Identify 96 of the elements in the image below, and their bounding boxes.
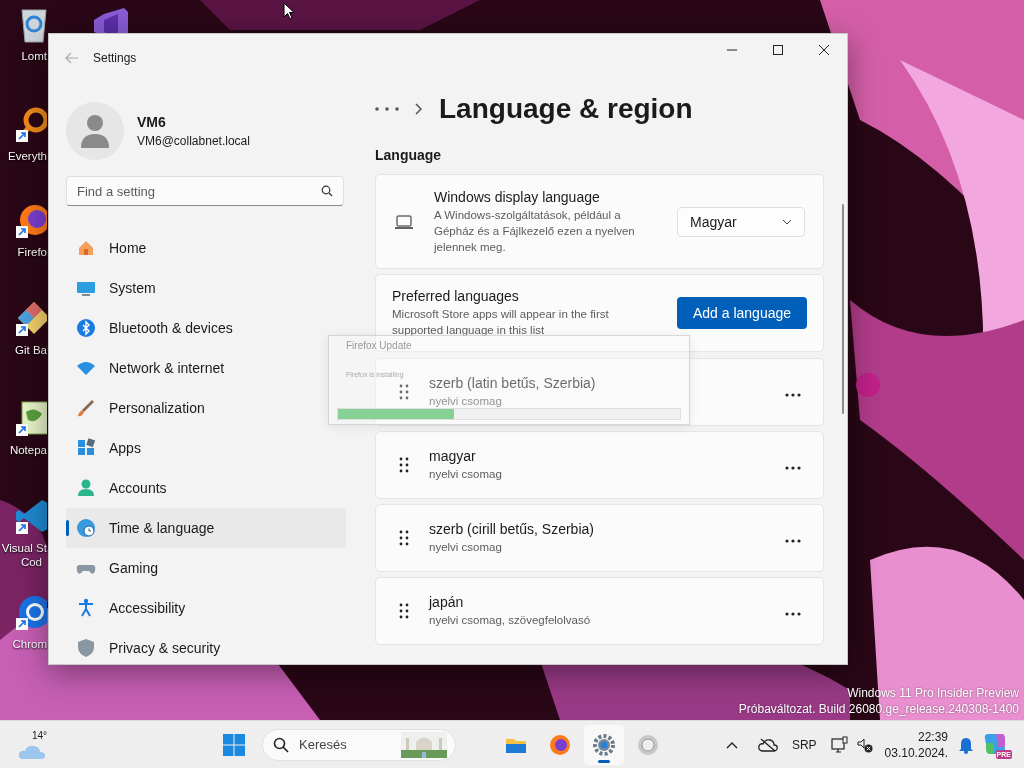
nav-label: Personalization [109, 400, 205, 416]
icon-label: Firefo [17, 245, 47, 259]
search-field[interactable]: Find a setting [66, 176, 344, 206]
nav-label: Bluetooth & devices [109, 320, 233, 336]
language-name: szerb (cirill betűs, Szerbia) [429, 521, 594, 537]
keyboard-language[interactable]: SRP [791, 737, 817, 752]
accessibility-icon [76, 598, 96, 618]
more-options-icon[interactable] [785, 466, 801, 470]
window-title: Settings [93, 51, 137, 65]
user-email: VM6@collabnet.local [137, 134, 250, 148]
nav-item[interactable]: Privacy & security [66, 628, 346, 664]
date: 03.10.2024. [884, 744, 948, 761]
search-icon [273, 736, 289, 753]
nav-item[interactable]: System [66, 268, 346, 308]
language-name: magyar [429, 448, 477, 464]
house-icon [76, 238, 96, 258]
section-heading: Language [375, 146, 443, 164]
cloud-off-icon[interactable] [757, 737, 778, 752]
nav-label: Privacy & security [109, 640, 221, 656]
icon-label: Visual St [1, 541, 47, 555]
firefox-icon [548, 732, 572, 757]
language-dropdown[interactable]: Magyar [677, 206, 805, 237]
language-detail: nyelvi csomag, szövegfelolvasó [429, 613, 591, 628]
search-input[interactable]: Keresés [297, 736, 401, 753]
windows-logo-icon [223, 733, 245, 756]
drag-handle-icon[interactable] [399, 603, 409, 619]
icon-label: Notepa [9, 443, 47, 457]
gear-icon [592, 732, 616, 757]
icon-label: Git Ba [15, 343, 47, 357]
search-icon [321, 185, 333, 197]
nav-item[interactable]: Accounts [66, 468, 346, 508]
nav-label: Accessibility [109, 600, 186, 616]
speaker-muted-icon[interactable] [856, 736, 873, 753]
scrollbar[interactable] [842, 204, 844, 414]
language-detail: nyelvi csomag [429, 467, 502, 482]
clock[interactable]: 22:39 03.10.2024. [884, 728, 948, 761]
drag-handle-icon[interactable] [399, 530, 409, 546]
close-icon [819, 45, 829, 55]
language-detail: nyelvi csomag [429, 394, 503, 409]
icon-label: Lomt [21, 49, 47, 63]
more-options-icon[interactable] [785, 539, 801, 543]
user-name: VM6 [137, 114, 167, 130]
more-options-icon[interactable] [785, 393, 801, 397]
nav-item[interactable]: Home [66, 228, 346, 268]
nav-item[interactable]: Network & internet [66, 348, 346, 388]
icon-label: Chrom [12, 637, 47, 651]
more-options-icon[interactable] [785, 612, 801, 616]
brush-icon [76, 398, 96, 418]
language-name: japán [429, 594, 465, 610]
more-icon[interactable] [375, 107, 399, 111]
nav-item[interactable]: Gaming [66, 548, 346, 588]
time: 22:39 [917, 728, 948, 745]
taskbar-app[interactable] [584, 724, 624, 765]
nav-item[interactable]: Apps [66, 428, 346, 468]
drag-handle-icon[interactable] [399, 384, 409, 400]
add-language-button[interactable]: Add a language [677, 297, 807, 329]
icon-label: Cod [20, 555, 42, 569]
setting-description: Microsoft Store apps will appear in the first supported language in this list [392, 307, 610, 338]
app-icon [636, 732, 660, 757]
page-title: Language & region [439, 93, 693, 125]
person-icon [76, 478, 96, 498]
mouse-pointer-icon [283, 2, 295, 20]
language-name: szerb (latin betűs, Szerbia) [429, 375, 596, 391]
globe-clock-icon [76, 518, 96, 538]
notepad-icon[interactable] [14, 398, 47, 438]
apps-icon [76, 438, 96, 458]
taskbar-search-field[interactable]: Keresés [262, 728, 456, 761]
nav-item[interactable]: Time & language [66, 508, 346, 548]
popup-title: Firefox Update [346, 340, 412, 351]
nav-label: Network & internet [109, 360, 225, 376]
setting-title: Preferred languages [392, 288, 520, 304]
icon-label: Everyth [8, 149, 47, 163]
bell-icon[interactable] [958, 735, 974, 754]
language-detail: nyelvi csomag [429, 540, 503, 555]
setting-description: A Windows-szolgáltatások, például a Gépház és a Fájlkezelő ezen a nyelven jelennek meg. [434, 207, 636, 255]
setting-title: Windows display language [434, 188, 601, 205]
nav-label: Gaming [109, 560, 159, 576]
laptop-icon [394, 213, 414, 230]
network-icon[interactable] [830, 735, 849, 754]
nav-label: System [109, 280, 156, 296]
nav-label: Apps [109, 440, 141, 456]
nav-item[interactable]: Personalization [66, 388, 346, 428]
nav-item[interactable]: Accessibility [66, 588, 346, 628]
nav-label: Home [109, 240, 147, 256]
chevron-icon [415, 103, 423, 115]
nav-item[interactable]: Bluetooth & devices [66, 308, 346, 348]
nav-label: Accounts [109, 480, 167, 496]
search-input[interactable]: Find a setting [77, 183, 321, 199]
chevron-down-icon [782, 218, 792, 225]
shield-icon [76, 638, 96, 658]
temperature: 14° [32, 729, 48, 741]
chevron-up-icon[interactable] [725, 740, 738, 749]
maximize-icon [773, 45, 783, 55]
drag-handle-icon[interactable] [399, 457, 409, 473]
bluetooth-icon [76, 318, 96, 338]
nav-label: Time & language [109, 520, 215, 536]
